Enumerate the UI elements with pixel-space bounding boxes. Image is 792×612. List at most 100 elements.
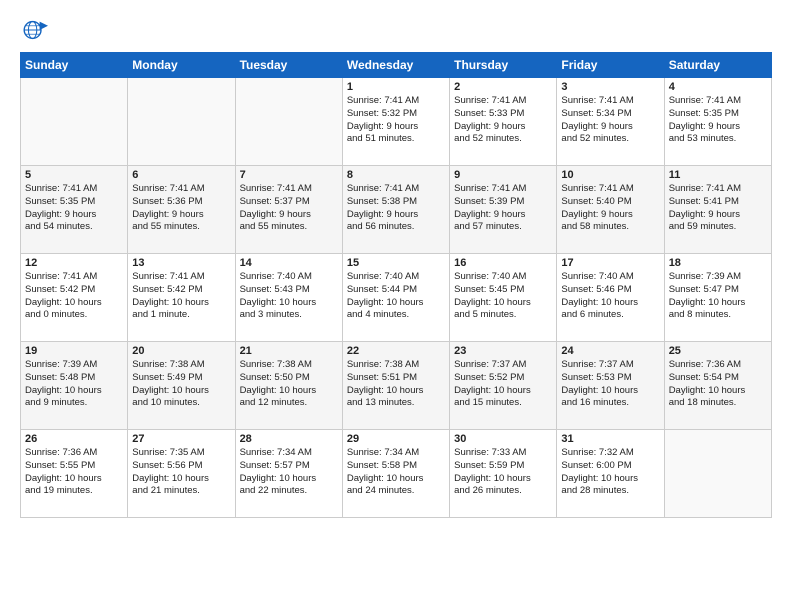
- day-number: 24: [561, 345, 659, 357]
- day-number: 23: [454, 345, 552, 357]
- page: SundayMondayTuesdayWednesdayThursdayFrid…: [0, 0, 792, 612]
- header-cell-sunday: Sunday: [21, 53, 128, 78]
- calendar-cell: 24 Sunrise: 7:37 AM Sunset: 5:53 PM Dayli…: [557, 342, 664, 430]
- day-info: Sunrise: 7:34 AM Sunset: 5:57 PM Dayligh…: [240, 447, 338, 498]
- day-info: Sunrise: 7:38 AM Sunset: 5:51 PM Dayligh…: [347, 359, 445, 410]
- calendar-cell: 28 Sunrise: 7:34 AM Sunset: 5:57 PM Dayli…: [235, 430, 342, 518]
- day-number: 26: [25, 433, 123, 445]
- calendar-cell: 18 Sunrise: 7:39 AM Sunset: 5:47 PM Dayli…: [664, 254, 771, 342]
- day-info: Sunrise: 7:36 AM Sunset: 5:55 PM Dayligh…: [25, 447, 123, 498]
- header-cell-saturday: Saturday: [664, 53, 771, 78]
- calendar-cell: 30 Sunrise: 7:33 AM Sunset: 5:59 PM Dayli…: [450, 430, 557, 518]
- day-number: 5: [25, 169, 123, 181]
- day-number: 10: [561, 169, 659, 181]
- day-info: Sunrise: 7:41 AM Sunset: 5:34 PM Dayligh…: [561, 95, 659, 146]
- day-info: Sunrise: 7:40 AM Sunset: 5:43 PM Dayligh…: [240, 271, 338, 322]
- calendar-cell: 26 Sunrise: 7:36 AM Sunset: 5:55 PM Dayli…: [21, 430, 128, 518]
- day-number: 7: [240, 169, 338, 181]
- day-info: Sunrise: 7:41 AM Sunset: 5:35 PM Dayligh…: [669, 95, 767, 146]
- day-number: 21: [240, 345, 338, 357]
- day-info: Sunrise: 7:41 AM Sunset: 5:41 PM Dayligh…: [669, 183, 767, 234]
- day-number: 17: [561, 257, 659, 269]
- header-cell-monday: Monday: [128, 53, 235, 78]
- day-info: Sunrise: 7:39 AM Sunset: 5:48 PM Dayligh…: [25, 359, 123, 410]
- calendar-cell: [128, 78, 235, 166]
- calendar-cell: 6Sunrise: 7:41 AM Sunset: 5:36 PM Daylig…: [128, 166, 235, 254]
- day-number: 3: [561, 81, 659, 93]
- day-info: Sunrise: 7:34 AM Sunset: 5:58 PM Dayligh…: [347, 447, 445, 498]
- day-info: Sunrise: 7:41 AM Sunset: 5:33 PM Dayligh…: [454, 95, 552, 146]
- calendar-cell: 20 Sunrise: 7:38 AM Sunset: 5:49 PM Dayli…: [128, 342, 235, 430]
- calendar-header: SundayMondayTuesdayWednesdayThursdayFrid…: [21, 53, 772, 78]
- day-info: Sunrise: 7:40 AM Sunset: 5:44 PM Dayligh…: [347, 271, 445, 322]
- calendar-week-1: 1 Sunrise: 7:41 AM Sunset: 5:32 PM Daylig…: [21, 78, 772, 166]
- calendar-cell: 14 Sunrise: 7:40 AM Sunset: 5:43 PM Dayli…: [235, 254, 342, 342]
- calendar-week-5: 26 Sunrise: 7:36 AM Sunset: 5:55 PM Dayli…: [21, 430, 772, 518]
- calendar-week-4: 19 Sunrise: 7:39 AM Sunset: 5:48 PM Dayli…: [21, 342, 772, 430]
- day-info: Sunrise: 7:41 AM Sunset: 5:38 PM Dayligh…: [347, 183, 445, 234]
- calendar-cell: 1 Sunrise: 7:41 AM Sunset: 5:32 PM Daylig…: [342, 78, 449, 166]
- header-area: [20, 16, 772, 44]
- calendar-cell: 8 Sunrise: 7:41 AM Sunset: 5:38 PM Daylig…: [342, 166, 449, 254]
- calendar-cell: 11 Sunrise: 7:41 AM Sunset: 5:41 PM Dayli…: [664, 166, 771, 254]
- day-number: 11: [669, 169, 767, 181]
- calendar-cell: 13Sunrise: 7:41 AM Sunset: 5:42 PM Dayli…: [128, 254, 235, 342]
- logo-icon: [20, 16, 48, 44]
- calendar-cell: 12Sunrise: 7:41 AM Sunset: 5:42 PM Dayli…: [21, 254, 128, 342]
- day-number: 1: [347, 81, 445, 93]
- day-number: 8: [347, 169, 445, 181]
- header-cell-wednesday: Wednesday: [342, 53, 449, 78]
- logo: [20, 16, 52, 44]
- day-number: 13: [132, 257, 230, 269]
- calendar-cell: [664, 430, 771, 518]
- day-info: Sunrise: 7:33 AM Sunset: 5:59 PM Dayligh…: [454, 447, 552, 498]
- day-info: Sunrise: 7:37 AM Sunset: 5:53 PM Dayligh…: [561, 359, 659, 410]
- day-number: 29: [347, 433, 445, 445]
- day-number: 27: [132, 433, 230, 445]
- calendar-cell: 15Sunrise: 7:40 AM Sunset: 5:44 PM Dayli…: [342, 254, 449, 342]
- calendar-cell: 3 Sunrise: 7:41 AM Sunset: 5:34 PM Daylig…: [557, 78, 664, 166]
- day-info: Sunrise: 7:36 AM Sunset: 5:54 PM Dayligh…: [669, 359, 767, 410]
- day-info: Sunrise: 7:41 AM Sunset: 5:32 PM Dayligh…: [347, 95, 445, 146]
- day-info: Sunrise: 7:41 AM Sunset: 5:35 PM Dayligh…: [25, 183, 123, 234]
- day-info: Sunrise: 7:37 AM Sunset: 5:52 PM Dayligh…: [454, 359, 552, 410]
- day-number: 22: [347, 345, 445, 357]
- calendar-cell: 16Sunrise: 7:40 AM Sunset: 5:45 PM Dayli…: [450, 254, 557, 342]
- day-number: 19: [25, 345, 123, 357]
- calendar-week-3: 12Sunrise: 7:41 AM Sunset: 5:42 PM Dayli…: [21, 254, 772, 342]
- calendar-cell: [21, 78, 128, 166]
- calendar-cell: 2 Sunrise: 7:41 AM Sunset: 5:33 PM Daylig…: [450, 78, 557, 166]
- day-info: Sunrise: 7:39 AM Sunset: 5:47 PM Dayligh…: [669, 271, 767, 322]
- calendar-body: 1 Sunrise: 7:41 AM Sunset: 5:32 PM Daylig…: [21, 78, 772, 518]
- header-cell-tuesday: Tuesday: [235, 53, 342, 78]
- header-row: SundayMondayTuesdayWednesdayThursdayFrid…: [21, 53, 772, 78]
- calendar-cell: 19 Sunrise: 7:39 AM Sunset: 5:48 PM Dayli…: [21, 342, 128, 430]
- day-number: 25: [669, 345, 767, 357]
- day-info: Sunrise: 7:38 AM Sunset: 5:49 PM Dayligh…: [132, 359, 230, 410]
- day-number: 18: [669, 257, 767, 269]
- calendar-cell: 21Sunrise: 7:38 AM Sunset: 5:50 PM Dayli…: [235, 342, 342, 430]
- day-info: Sunrise: 7:41 AM Sunset: 5:40 PM Dayligh…: [561, 183, 659, 234]
- calendar-table: SundayMondayTuesdayWednesdayThursdayFrid…: [20, 52, 772, 518]
- day-number: 31: [561, 433, 659, 445]
- day-number: 14: [240, 257, 338, 269]
- day-number: 2: [454, 81, 552, 93]
- day-info: Sunrise: 7:41 AM Sunset: 5:39 PM Dayligh…: [454, 183, 552, 234]
- day-number: 20: [132, 345, 230, 357]
- calendar-cell: 17Sunrise: 7:40 AM Sunset: 5:46 PM Dayli…: [557, 254, 664, 342]
- calendar-week-2: 5 Sunrise: 7:41 AM Sunset: 5:35 PM Daylig…: [21, 166, 772, 254]
- calendar-cell: 29 Sunrise: 7:34 AM Sunset: 5:58 PM Dayli…: [342, 430, 449, 518]
- calendar-cell: 23 Sunrise: 7:37 AM Sunset: 5:52 PM Dayli…: [450, 342, 557, 430]
- day-info: Sunrise: 7:35 AM Sunset: 5:56 PM Dayligh…: [132, 447, 230, 498]
- calendar-cell: 7Sunrise: 7:41 AM Sunset: 5:37 PM Daylig…: [235, 166, 342, 254]
- calendar-cell: 4Sunrise: 7:41 AM Sunset: 5:35 PM Daylig…: [664, 78, 771, 166]
- calendar-cell: 27 Sunrise: 7:35 AM Sunset: 5:56 PM Dayli…: [128, 430, 235, 518]
- day-number: 9: [454, 169, 552, 181]
- header-cell-thursday: Thursday: [450, 53, 557, 78]
- day-number: 16: [454, 257, 552, 269]
- day-number: 28: [240, 433, 338, 445]
- header-cell-friday: Friday: [557, 53, 664, 78]
- day-number: 6: [132, 169, 230, 181]
- day-number: 30: [454, 433, 552, 445]
- calendar-cell: 5 Sunrise: 7:41 AM Sunset: 5:35 PM Daylig…: [21, 166, 128, 254]
